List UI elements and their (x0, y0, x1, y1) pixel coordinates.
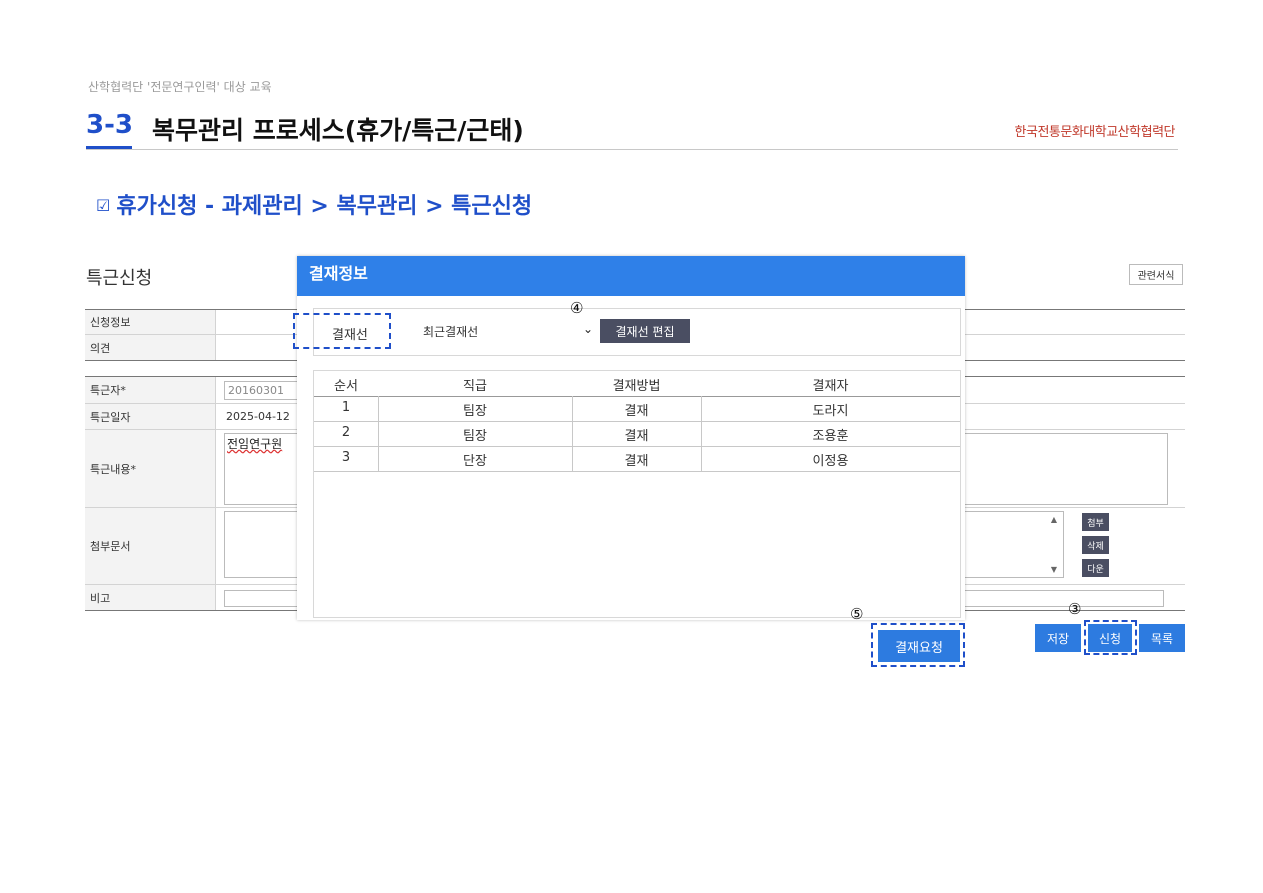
form-title: 특근신청 (86, 268, 153, 289)
label-opinion: 의견 (85, 335, 216, 360)
row-divider (314, 471, 960, 472)
work-date-value[interactable]: 2025-04-12 (226, 410, 290, 423)
approval-line-select[interactable]: 최근결재선 ⌄ (417, 319, 597, 343)
cell-order: 3 (341, 450, 351, 465)
column-divider (572, 396, 573, 471)
attach-button[interactable]: 첨부 (1082, 513, 1109, 531)
cell-approver: 이정용 (812, 454, 849, 469)
label-remarks: 비고 (85, 585, 216, 610)
label-application-info: 신청정보 (85, 310, 216, 334)
cell-rank: 단장 (463, 454, 487, 469)
chevron-down-icon: ⌄ (582, 322, 593, 336)
worker-input[interactable]: 20160301 (224, 381, 304, 400)
brand-logo-text: 한국전통문화대학교산학협력단 (1014, 125, 1176, 140)
cell-order: 2 (341, 425, 351, 440)
cell-method: 결재 (624, 429, 649, 444)
cell-order: 1 (341, 400, 351, 415)
cell-approver: 도라지 (812, 404, 849, 419)
edit-approval-line-button[interactable]: 결재선 편집 (600, 319, 690, 343)
related-forms-button[interactable]: 관련서식 (1129, 264, 1183, 285)
cell-rank: 팀장 (463, 429, 487, 444)
label-worker: 특근자* (85, 377, 216, 403)
header-order: 순서 (334, 379, 358, 394)
header-method: 결재방법 (612, 379, 661, 394)
worker-value: 20160301 (228, 384, 284, 397)
download-button[interactable]: 다운 (1082, 559, 1109, 577)
header-divider (86, 149, 1178, 150)
subheading: ☑ 휴가신청 - 과제관리 > 복무관리 > 특근신청 (96, 188, 532, 220)
label-work-date: 특근일자 (85, 404, 216, 429)
table-row[interactable]: 3 단장 결재 이정용 (314, 446, 960, 471)
list-button[interactable]: 목록 (1139, 624, 1185, 652)
request-button-highlight (871, 623, 965, 667)
header-rank: 직급 (463, 379, 487, 394)
work-content-value: 전임연구원 (227, 437, 283, 451)
work-content-textarea-right[interactable] (962, 433, 1168, 505)
column-divider (701, 396, 702, 471)
approval-info-modal: 결재정보 결재선 최근결재선 ⌄ 결재선 편집 순서 직급 결재방법 결재자 1… (297, 256, 965, 620)
label-work-content: 특근내용* (85, 430, 216, 507)
column-divider (378, 396, 379, 471)
subheading-text: 휴가신청 - 과제관리 > 복무관리 > 특근신청 (116, 194, 533, 219)
cell-method: 결재 (624, 454, 649, 469)
edit-button-highlight (293, 313, 391, 349)
modal-title: 결재정보 (309, 264, 368, 283)
remarks-input-right[interactable] (962, 590, 1164, 607)
table-row[interactable]: 2 팀장 결재 조용훈 (314, 421, 960, 446)
header-approver: 결재자 (812, 379, 849, 394)
section-title: 복무관리 프로세스(휴가/특근/근태) (152, 116, 524, 145)
table-header-row: 순서 직급 결재방법 결재자 (314, 371, 960, 396)
apply-highlight (1084, 620, 1137, 655)
label-attachments: 첨부문서 (85, 508, 216, 584)
marker-apply: ③ (1068, 600, 1082, 618)
marker-request: ⑤ (850, 605, 864, 623)
scroll-up-icon[interactable]: ▲ (1051, 515, 1057, 524)
remarks-input[interactable] (224, 590, 304, 607)
cell-method: 결재 (624, 404, 649, 419)
table-row[interactable]: 1 팀장 결재 도라지 (314, 396, 960, 421)
attachment-list[interactable] (224, 511, 304, 578)
save-button[interactable]: 저장 (1035, 624, 1081, 652)
checkbox-icon: ☑ (96, 196, 111, 215)
marker-edit: ④ (570, 299, 584, 317)
attachment-list-right[interactable]: ▲ ▼ (962, 511, 1064, 578)
approval-line-selected: 최근결재선 (423, 324, 479, 339)
section-number: 3-3 (86, 110, 133, 140)
cell-approver: 조용훈 (812, 429, 849, 444)
cell-rank: 팀장 (463, 404, 487, 419)
work-content-textarea[interactable]: 전임연구원 (224, 433, 304, 505)
approval-table: 순서 직급 결재방법 결재자 1 팀장 결재 도라지 2 팀장 결재 조용훈 3… (313, 370, 961, 618)
slide-caption: 산학협력단 '전문연구인력' 대상 교육 (88, 80, 272, 94)
modal-header: 결재정보 (297, 256, 965, 296)
scroll-down-icon[interactable]: ▼ (1051, 565, 1057, 574)
delete-button[interactable]: 삭제 (1082, 536, 1109, 554)
approval-line-box: 결재선 최근결재선 ⌄ 결재선 편집 (313, 308, 961, 356)
